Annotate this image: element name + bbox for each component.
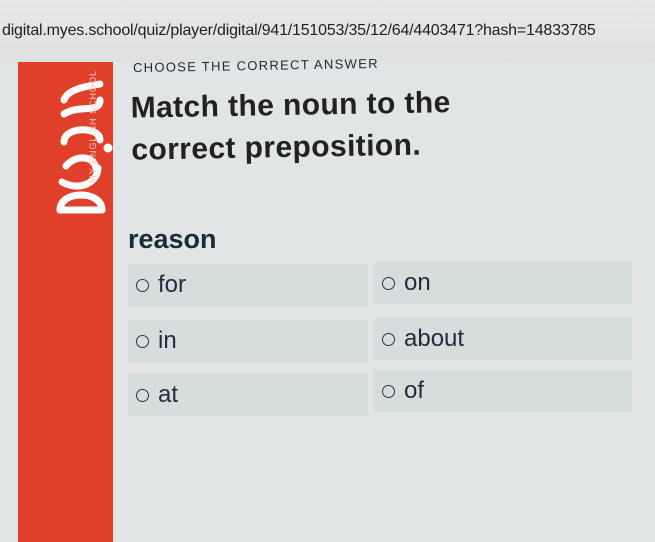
brand-sidebar: MY ENGLISH SCHOOL [18, 62, 113, 542]
option-label: in [158, 327, 177, 354]
noun-prompt: reason [128, 224, 217, 254]
option-at[interactable]: at [128, 374, 368, 416]
option-label: for [158, 271, 187, 298]
option-of[interactable]: of [374, 370, 632, 412]
radio-icon[interactable] [382, 276, 395, 290]
browser-address-bar[interactable]: digital.myes.school/quiz/player/digital/… [0, 0, 655, 63]
option-about[interactable]: about [374, 318, 632, 360]
radio-icon[interactable] [136, 388, 149, 402]
option-in[interactable]: in [128, 320, 368, 362]
option-label: of [404, 377, 425, 404]
instruction-text: CHOOSE THE CORRECT ANSWER [132, 55, 379, 76]
radio-icon[interactable] [136, 334, 149, 348]
option-label: at [158, 381, 179, 408]
option-label: on [404, 269, 431, 296]
option-for[interactable]: for [128, 264, 368, 306]
url-text[interactable]: digital.myes.school/quiz/player/digital/… [2, 22, 596, 40]
quiz-page: MY ENGLISH SCHOOL CHOOSE THE CORRECT ANS… [0, 56, 655, 542]
radio-icon[interactable] [382, 332, 395, 346]
option-label: about [404, 325, 465, 352]
option-on[interactable]: on [374, 262, 632, 304]
question-text: Match the noun to the correct prepositio… [130, 86, 451, 167]
radio-icon[interactable] [382, 384, 395, 398]
myes-logo [56, 80, 113, 214]
brand-tagline: MY ENGLISH SCHOOL [88, 70, 98, 183]
radio-icon[interactable] [136, 278, 149, 292]
